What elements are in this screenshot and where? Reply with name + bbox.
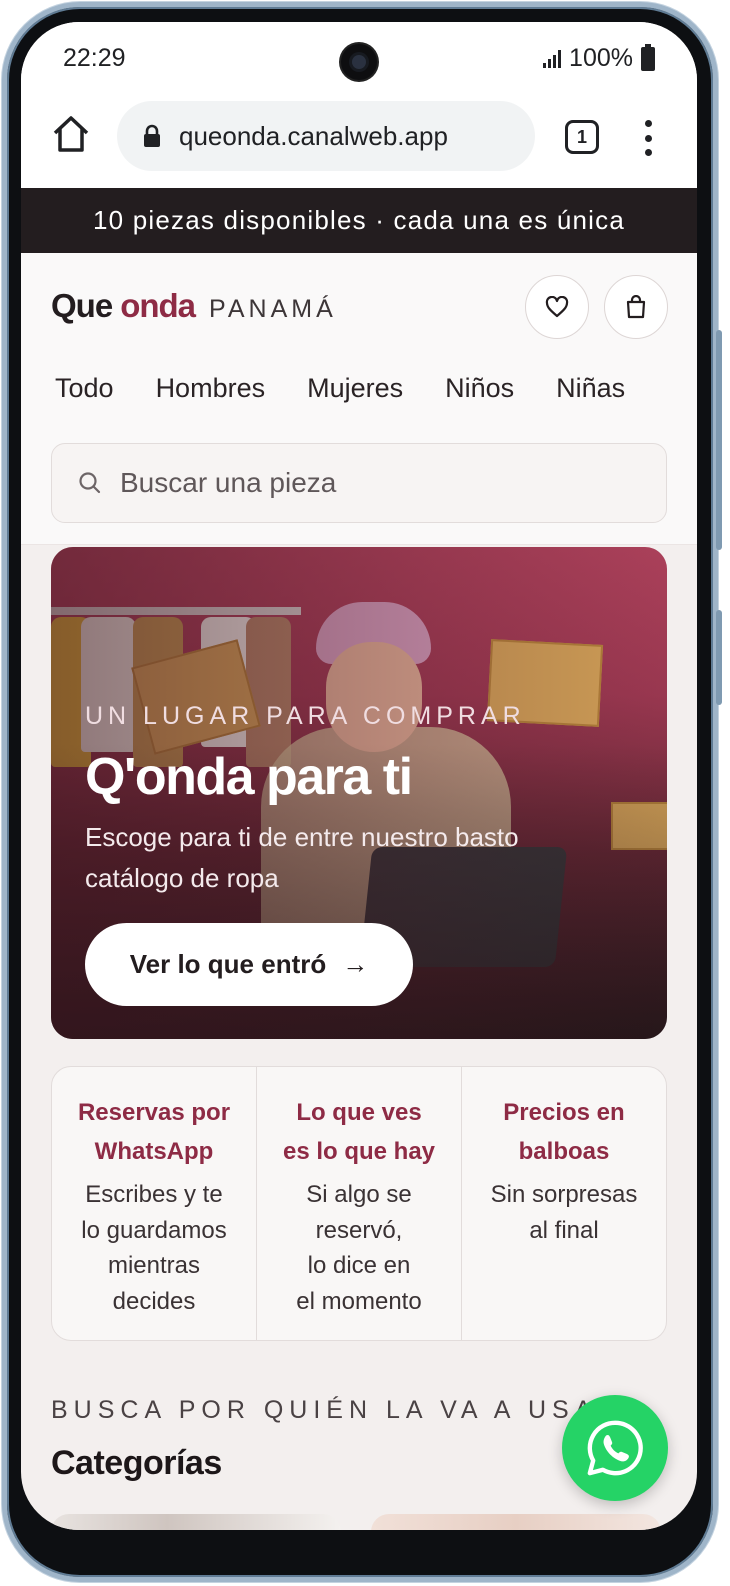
- lock-icon: [143, 124, 161, 148]
- status-bar: 22:29 100%: [21, 22, 697, 94]
- features-strip: Reservas por WhatsApp Escribes y te lo g…: [51, 1066, 667, 1341]
- feature-title: Lo que ves es lo que hay: [282, 1099, 436, 1165]
- announcement-bar: 10 piezas disponibles · cada una es únic…: [21, 188, 697, 253]
- status-indicators: 100%: [543, 43, 655, 73]
- category-nav: Todo Hombres Mujeres Niños Niñas: [55, 373, 625, 404]
- phone-power-button: [716, 610, 722, 705]
- hero-title: Q'onda para ti: [85, 748, 413, 806]
- site-logo[interactable]: Que onda PANAMÁ: [51, 287, 337, 325]
- hero-description: Escoge para ti de entre nuestro basto ca…: [85, 822, 519, 893]
- nav-item-hombres[interactable]: Hombres: [156, 373, 266, 404]
- logo-que: Que: [51, 287, 113, 324]
- search-input[interactable]: [120, 467, 620, 499]
- front-camera: [341, 44, 377, 80]
- categories-eyebrow: BUSCA POR QUIÉN LA VA A USAR: [51, 1396, 622, 1424]
- feature-text: Escribes y te lo guardamos mientras deci…: [81, 1181, 227, 1315]
- feature-title: Precios en balboas: [503, 1099, 625, 1165]
- hero-cta-button[interactable]: Ver lo que entró →: [85, 923, 413, 1006]
- heart-icon: [545, 296, 569, 318]
- arrow-right-icon: →: [342, 949, 369, 979]
- more-vert-icon[interactable]: [641, 120, 655, 156]
- feature-availability: Lo que ves es lo que hay Si algo se rese…: [257, 1067, 462, 1340]
- feature-title: Reservas por WhatsApp: [77, 1099, 231, 1165]
- category-card[interactable]: [51, 1514, 341, 1530]
- feature-text: Si algo se reservó, lo dice en el moment…: [296, 1181, 422, 1315]
- site-header: Que onda PANAMÁ Todo Hombres Mujeres Niñ…: [21, 253, 697, 545]
- feature-prices: Precios en balboas Sin sorpresas al fina…: [462, 1067, 666, 1340]
- search-box[interactable]: [51, 443, 667, 523]
- logo-region: PANAMÁ: [209, 295, 337, 323]
- feature-whatsapp: Reservas por WhatsApp Escribes y te lo g…: [52, 1067, 257, 1340]
- nav-item-todo[interactable]: Todo: [55, 373, 114, 404]
- hero-banner: UN LUGAR PARA COMPRAR Q'onda para ti Esc…: [51, 547, 667, 1039]
- shopping-bag-icon: [626, 295, 646, 319]
- whatsapp-button[interactable]: [562, 1395, 668, 1501]
- home-icon[interactable]: [51, 114, 91, 154]
- feature-text: Sin sorpresas al final: [490, 1181, 638, 1244]
- nav-item-ninos[interactable]: Niños: [445, 373, 514, 404]
- hero-eyebrow: UN LUGAR PARA COMPRAR: [85, 702, 526, 730]
- search-icon: [79, 472, 101, 494]
- whatsapp-icon: [587, 1420, 643, 1476]
- signal-icon: [543, 49, 562, 68]
- bag-button[interactable]: [604, 275, 668, 339]
- nav-item-mujeres[interactable]: Mujeres: [307, 373, 403, 404]
- phone-screen: 22:29 100% queonda.canalweb.app 1 10 pie…: [21, 22, 697, 1530]
- category-card[interactable]: [371, 1514, 661, 1530]
- url-text: queonda.canalweb.app: [179, 120, 448, 151]
- address-bar[interactable]: queonda.canalweb.app: [117, 101, 535, 171]
- status-time: 22:29: [63, 44, 126, 72]
- tab-switcher-button[interactable]: 1: [565, 120, 599, 154]
- hero-cta-label: Ver lo que entró: [129, 949, 327, 979]
- nav-item-ninas[interactable]: Niñas: [556, 373, 625, 404]
- categories-title: Categorías: [51, 1444, 222, 1482]
- browser-toolbar: queonda.canalweb.app 1: [21, 94, 697, 188]
- battery-percent: 100%: [569, 44, 633, 72]
- phone-volume-button: [716, 330, 722, 550]
- battery-icon: [641, 43, 655, 71]
- logo-onda: onda: [120, 287, 196, 324]
- wishlist-button[interactable]: [525, 275, 589, 339]
